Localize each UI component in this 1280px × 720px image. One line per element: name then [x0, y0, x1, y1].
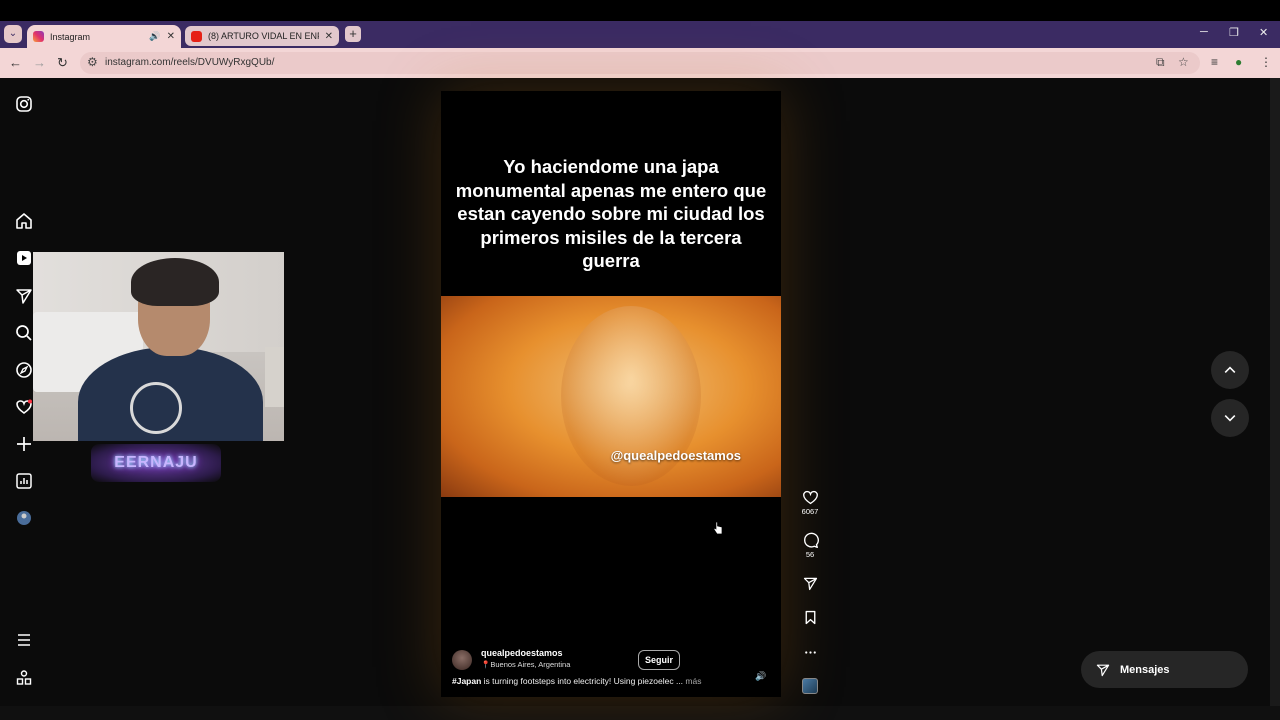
browser-tab-strip: ⌄ Instagram 🔊 ✕ (8) ARTURO VIDAL EN ENFO…: [0, 21, 1280, 48]
menu-icon[interactable]: [14, 630, 34, 650]
reel-description-text: is turning footsteps into electricity! U…: [481, 676, 684, 686]
youtube-icon: [191, 30, 202, 42]
reel-description[interactable]: #⁡Japan is turning footsteps into electr…: [452, 676, 742, 686]
share-action[interactable]: [796, 574, 824, 592]
home-icon[interactable]: [14, 211, 34, 231]
location-pin-icon: 📍: [481, 660, 491, 669]
screen-bottom-border: [0, 706, 1280, 720]
video-watermark: @quealpedoestamos: [610, 448, 741, 463]
heart-icon: [802, 490, 818, 504]
chevron-up-icon: [1224, 366, 1236, 373]
more-link[interactable]: más: [683, 676, 701, 686]
stream-overlay-logo: EERNAJU: [91, 444, 221, 482]
tab-search-dropdown-icon[interactable]: ⌄: [4, 25, 22, 43]
media-control-icon[interactable]: ≡: [1211, 55, 1218, 69]
forward-icon[interactable]: →: [33, 55, 46, 70]
webcam-bag: [265, 347, 284, 407]
meta-apps-icon[interactable]: [14, 668, 34, 688]
comment-count: 56: [805, 550, 815, 559]
like-action[interactable]: 6067: [796, 488, 824, 516]
address-bar[interactable]: ⚙ instagram.com/reels/DVUWyRxgQUb/ ⧉ ☆: [80, 52, 1200, 74]
reel-overlay-text: Yo haciendome una japa monumental apenas…: [455, 156, 767, 271]
minimize-icon[interactable]: ─: [1200, 26, 1208, 38]
screen-top-border: [0, 0, 1280, 21]
profile-avatar[interactable]: [14, 508, 34, 528]
new-tab-button[interactable]: +: [345, 26, 361, 42]
bookmark-star-icon[interactable]: ☆: [1178, 55, 1189, 69]
save-action[interactable]: [796, 608, 824, 626]
browser-menu-icon[interactable]: ⋮: [1260, 55, 1272, 69]
previous-reel-button[interactable]: [1211, 351, 1249, 389]
page-scrollbar[interactable]: [1270, 78, 1280, 706]
install-app-icon[interactable]: ⧉: [1156, 55, 1165, 70]
hand-cursor-icon: [713, 521, 723, 535]
chevron-down-icon: [1224, 415, 1236, 422]
close-tab-icon[interactable]: ✕: [167, 31, 175, 42]
location-text: Buenos Aires, Argentina: [490, 660, 571, 669]
instagram-icon: [33, 31, 44, 42]
stats-icon[interactable]: [14, 471, 34, 491]
reel-hashtag[interactable]: #⁡Japan: [452, 676, 481, 686]
share-icon: [803, 577, 817, 590]
author-location[interactable]: 📍Buenos Aires, Argentina: [481, 660, 570, 669]
send-icon[interactable]: [14, 286, 34, 306]
reload-icon[interactable]: ↻: [57, 55, 68, 71]
extension-icon[interactable]: ●: [1235, 55, 1242, 69]
url-text: instagram.com/reels/DVUWyRxgQUb/: [105, 57, 275, 68]
messages-label: Mensajes: [1120, 663, 1170, 676]
tab-youtube[interactable]: (8) ARTURO VIDAL EN ENFOCA ✕: [185, 26, 339, 46]
search-icon[interactable]: [14, 323, 34, 343]
tab-title: (8) ARTURO VIDAL EN ENFOCA: [208, 31, 319, 41]
audio-thumbnail[interactable]: [802, 678, 818, 694]
explore-icon[interactable]: [14, 360, 34, 380]
messages-button[interactable]: Mensajes: [1081, 651, 1248, 688]
back-icon[interactable]: ←: [9, 55, 22, 70]
close-window-icon[interactable]: ✕: [1259, 26, 1268, 39]
comment-icon: [803, 532, 819, 548]
speaker-icon[interactable]: 🔊: [149, 31, 160, 42]
author-avatar[interactable]: [452, 650, 472, 670]
volume-icon[interactable]: 🔊: [755, 671, 766, 682]
heart-icon[interactable]: [14, 397, 34, 417]
author-username[interactable]: quealpedoestamos: [481, 648, 563, 658]
reel-video-container[interactable]: Yo haciendome una japa monumental apenas…: [441, 91, 781, 697]
browser-toolbar: ← → ↻ ⚙ instagram.com/reels/DVUWyRxgQUb/…: [0, 48, 1280, 78]
tab-title: Instagram: [50, 31, 91, 42]
bookmark-icon: [805, 610, 815, 624]
like-count: 6067: [801, 507, 819, 516]
more-options-action[interactable]: [796, 643, 824, 661]
reel-video-frame[interactable]: @quealpedoestamos: [441, 296, 781, 497]
comment-action[interactable]: 56: [796, 531, 824, 559]
tab-instagram[interactable]: Instagram 🔊 ✕: [27, 25, 181, 48]
send-icon: [1096, 664, 1110, 676]
more-horizontal-icon: [804, 650, 816, 654]
streamer-webcam: [33, 252, 284, 441]
close-tab-icon[interactable]: ✕: [325, 31, 333, 42]
site-info-icon[interactable]: ⚙: [87, 55, 98, 69]
plus-icon[interactable]: [14, 434, 34, 454]
reels-icon[interactable]: [14, 248, 34, 268]
webcam-shirt-logo: [130, 382, 182, 434]
next-reel-button[interactable]: [1211, 399, 1249, 437]
webcam-hair: [131, 258, 219, 306]
reel-author-row: quealpedoestamos 📍Buenos Aires, Argentin…: [452, 648, 772, 672]
follow-button[interactable]: Seguir: [638, 650, 681, 670]
instagram-logo-icon[interactable]: [14, 94, 34, 114]
restore-icon[interactable]: ❐: [1229, 26, 1239, 39]
